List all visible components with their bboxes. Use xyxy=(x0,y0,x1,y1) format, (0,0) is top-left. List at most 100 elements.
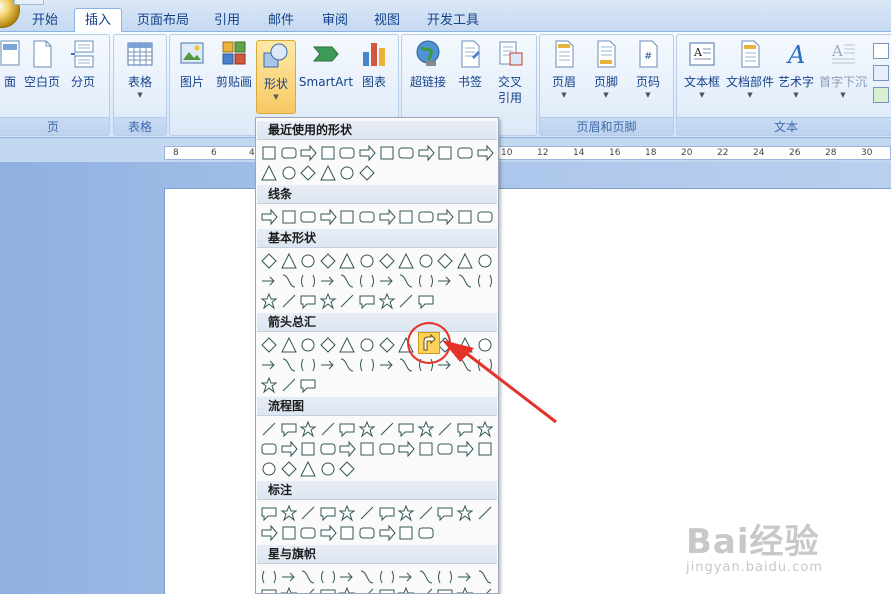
shape-thumbnail[interactable] xyxy=(299,144,317,162)
shape-thumbnail[interactable] xyxy=(358,356,376,374)
shape-thumbnail[interactable] xyxy=(338,272,356,290)
shape-thumbnail[interactable] xyxy=(358,336,376,354)
shape-thumbnail[interactable] xyxy=(397,524,415,542)
shape-thumbnail[interactable] xyxy=(417,144,435,162)
shape-thumbnail[interactable] xyxy=(260,586,278,593)
shape-thumbnail[interactable] xyxy=(358,252,376,270)
shape-thumbnail[interactable] xyxy=(299,336,317,354)
shape-thumbnail[interactable] xyxy=(436,272,454,290)
shape-thumbnail[interactable] xyxy=(260,440,278,458)
shape-thumbnail[interactable] xyxy=(319,356,337,374)
drop-cap-button[interactable]: A 首字下沉 ▼ xyxy=(817,39,869,100)
shape-thumbnail[interactable] xyxy=(417,524,435,542)
shape-thumbnail[interactable] xyxy=(378,144,396,162)
shape-thumbnail[interactable] xyxy=(299,586,317,593)
shape-thumbnail[interactable] xyxy=(338,586,356,593)
shape-thumbnail[interactable] xyxy=(299,504,317,522)
shape-thumbnail[interactable] xyxy=(397,272,415,290)
wordart-button[interactable]: A 艺术字 ▼ xyxy=(775,39,817,100)
shape-thumbnail[interactable] xyxy=(436,568,454,586)
shape-thumbnail[interactable] xyxy=(280,420,298,438)
date-time-icon[interactable] xyxy=(873,65,889,81)
shape-thumbnail[interactable] xyxy=(299,440,317,458)
shape-thumbnail[interactable] xyxy=(456,586,474,593)
shape-thumbnail[interactable] xyxy=(358,524,376,542)
shape-thumbnail[interactable] xyxy=(280,272,298,290)
shape-thumbnail[interactable] xyxy=(436,440,454,458)
shape-thumbnail[interactable] xyxy=(378,524,396,542)
shape-thumbnail[interactable] xyxy=(378,272,396,290)
shape-thumbnail[interactable] xyxy=(280,504,298,522)
shape-thumbnail[interactable] xyxy=(280,208,298,226)
shape-thumbnail[interactable] xyxy=(319,144,337,162)
page-number-button[interactable]: # 页码 ▼ xyxy=(628,39,668,100)
tab-review[interactable]: 审阅 xyxy=(312,9,358,32)
shape-thumbnail[interactable] xyxy=(299,460,317,478)
shape-thumbnail[interactable] xyxy=(338,568,356,586)
page-break-button[interactable]: 分页 xyxy=(65,39,101,90)
shape-thumbnail[interactable] xyxy=(358,420,376,438)
shape-thumbnail[interactable] xyxy=(319,440,337,458)
smartart-button[interactable]: SmartArt xyxy=(298,39,354,90)
tab-references[interactable]: 引用 xyxy=(204,9,250,32)
shape-thumbnail[interactable] xyxy=(280,440,298,458)
shape-thumbnail[interactable] xyxy=(417,208,435,226)
shape-thumbnail[interactable] xyxy=(358,568,376,586)
shape-thumbnail[interactable] xyxy=(338,524,356,542)
shape-thumbnail[interactable] xyxy=(456,440,474,458)
shape-thumbnail[interactable] xyxy=(358,208,376,226)
shape-thumbnail[interactable] xyxy=(260,336,278,354)
shape-thumbnail[interactable] xyxy=(378,504,396,522)
shape-thumbnail[interactable] xyxy=(358,272,376,290)
shape-thumbnail[interactable] xyxy=(417,568,435,586)
quick-parts-button[interactable]: 文档部件 ▼ xyxy=(725,39,775,100)
shape-thumbnail[interactable] xyxy=(299,272,317,290)
shape-thumbnail[interactable] xyxy=(436,586,454,593)
shape-thumbnail[interactable] xyxy=(397,356,415,374)
shape-thumbnail[interactable] xyxy=(260,292,278,310)
shape-thumbnail[interactable] xyxy=(260,504,278,522)
shape-thumbnail[interactable] xyxy=(299,292,317,310)
shape-thumbnail[interactable] xyxy=(319,420,337,438)
shape-thumbnail[interactable] xyxy=(397,252,415,270)
quick-access-toolbar[interactable] xyxy=(14,0,44,5)
shape-thumbnail[interactable] xyxy=(476,272,494,290)
shape-thumbnail[interactable] xyxy=(260,208,278,226)
shape-thumbnail[interactable] xyxy=(280,568,298,586)
shape-thumbnail[interactable] xyxy=(358,504,376,522)
shape-thumbnail[interactable] xyxy=(476,208,494,226)
shape-thumbnail[interactable] xyxy=(319,460,337,478)
tab-mailings[interactable]: 邮件 xyxy=(258,9,304,32)
shape-thumbnail[interactable] xyxy=(436,208,455,226)
signature-line-icon[interactable] xyxy=(873,43,889,59)
shape-thumbnail[interactable] xyxy=(280,336,298,354)
shape-thumbnail[interactable] xyxy=(319,252,337,270)
shape-thumbnail[interactable] xyxy=(319,524,337,542)
shape-thumbnail[interactable] xyxy=(260,144,278,162)
shape-thumbnail[interactable] xyxy=(378,440,396,458)
tab-home[interactable]: 开始 xyxy=(22,9,68,32)
shape-thumbnail[interactable] xyxy=(476,504,494,522)
shape-thumbnail[interactable] xyxy=(299,164,317,182)
hyperlink-button[interactable]: 超链接 xyxy=(406,39,450,90)
shape-thumbnail[interactable] xyxy=(260,164,278,182)
tab-developer[interactable]: 开发工具 xyxy=(418,9,488,32)
shape-thumbnail[interactable] xyxy=(456,208,474,226)
shape-thumbnail[interactable] xyxy=(338,292,356,310)
shape-thumbnail[interactable] xyxy=(456,504,474,522)
shape-thumbnail[interactable] xyxy=(260,376,278,394)
blank-page-button[interactable]: 空白页 xyxy=(23,39,61,90)
shape-thumbnail[interactable] xyxy=(476,586,494,593)
shape-thumbnail[interactable] xyxy=(319,272,337,290)
shape-thumbnail[interactable] xyxy=(319,208,337,226)
shape-thumbnail[interactable] xyxy=(397,208,415,226)
shape-thumbnail[interactable] xyxy=(436,144,454,162)
shape-thumbnail[interactable] xyxy=(280,252,298,270)
shape-thumbnail[interactable] xyxy=(299,376,317,394)
shape-thumbnail[interactable] xyxy=(378,356,396,374)
shape-thumbnail[interactable] xyxy=(280,376,298,394)
shape-thumbnail[interactable] xyxy=(299,252,317,270)
clip-art-button[interactable]: 剪贴画 xyxy=(214,39,254,90)
shapes-button[interactable]: 形状 ▼ xyxy=(256,40,296,114)
shape-thumbnail[interactable] xyxy=(319,504,337,522)
